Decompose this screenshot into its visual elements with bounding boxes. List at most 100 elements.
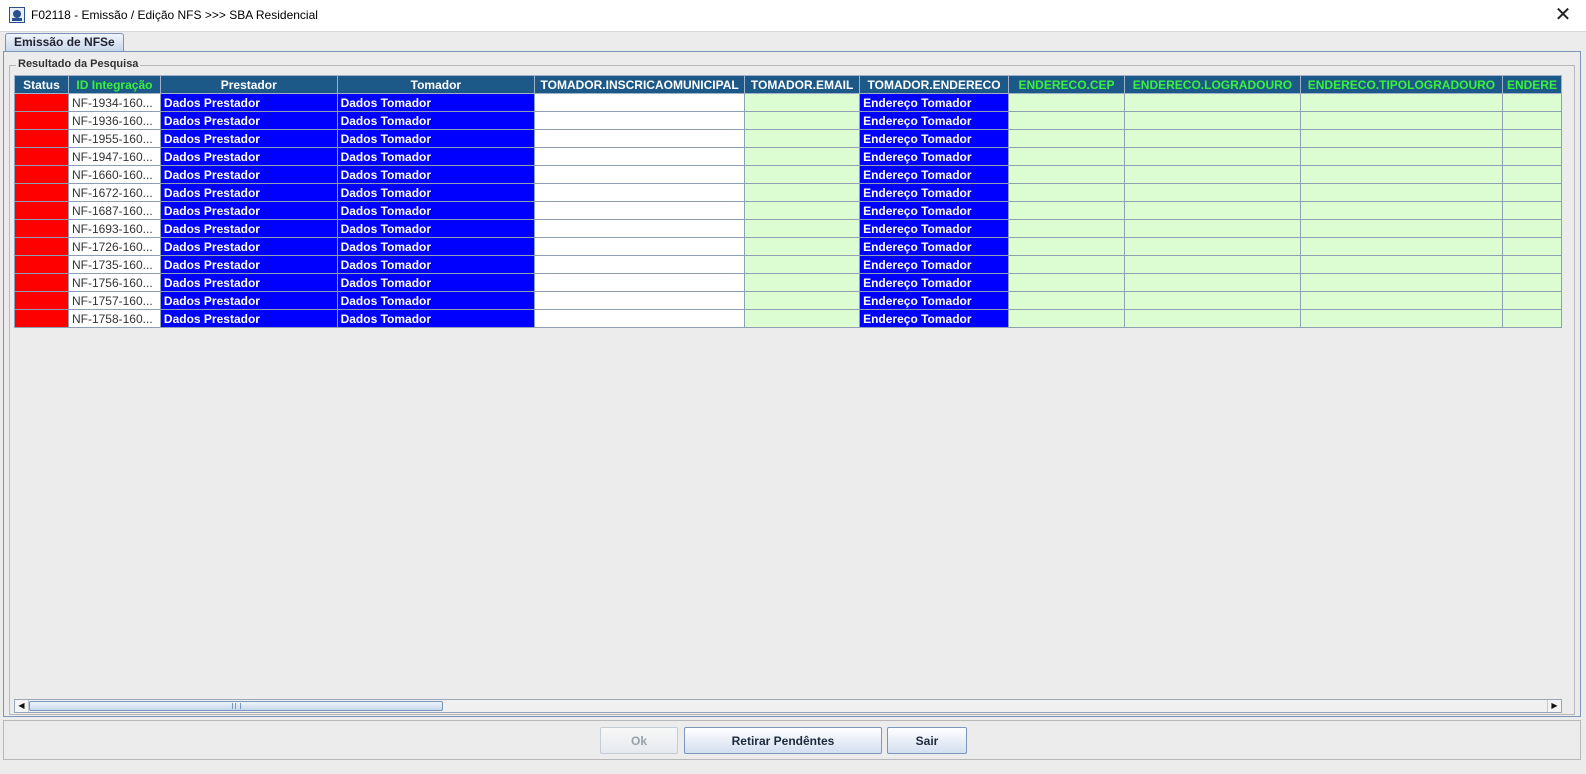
column-header[interactable]: TOMADOR.ENDERECO — [859, 75, 1010, 94]
cep-cell[interactable] — [1008, 219, 1125, 238]
tomador-cell[interactable]: Dados Tomador — [336, 147, 536, 166]
email-cell[interactable] — [744, 273, 861, 292]
table-row[interactable]: NF-1735-160... Dados Prestador Dados Tomad… — [14, 255, 1562, 274]
id-integracao-cell[interactable]: NF-1934-160... — [67, 93, 161, 112]
prestador-cell[interactable]: Dados Prestador — [159, 93, 338, 112]
prestador-cell[interactable]: Dados Prestador — [159, 129, 338, 148]
endereco-cell[interactable]: Endereço Tomador — [859, 219, 1010, 238]
inscricao-municipal-cell[interactable] — [534, 129, 746, 148]
horizontal-scrollbar[interactable]: ◀ ▶ — [14, 699, 1562, 713]
endereco-extra-cell[interactable] — [1501, 93, 1562, 112]
tomador-cell[interactable]: Dados Tomador — [336, 237, 536, 256]
endereco-extra-cell[interactable] — [1501, 309, 1562, 328]
cep-cell[interactable] — [1008, 165, 1125, 184]
cep-cell[interactable] — [1008, 201, 1125, 220]
column-header[interactable]: Tomador — [336, 75, 536, 94]
tomador-cell[interactable]: Dados Tomador — [336, 291, 536, 310]
tipologradouro-cell[interactable] — [1299, 147, 1503, 166]
tipologradouro-cell[interactable] — [1299, 237, 1503, 256]
cep-cell[interactable] — [1008, 255, 1125, 274]
table-row[interactable]: NF-1726-160... Dados Prestador Dados Tomad… — [14, 237, 1562, 256]
cep-cell[interactable] — [1008, 147, 1125, 166]
endereco-cell[interactable]: Endereço Tomador — [859, 237, 1010, 256]
id-integracao-cell[interactable]: NF-1756-160... — [67, 273, 161, 292]
table-row[interactable]: NF-1758-160... Dados Prestador Dados Tomad… — [14, 309, 1562, 328]
status-cell[interactable] — [14, 291, 69, 310]
prestador-cell[interactable]: Dados Prestador — [159, 111, 338, 130]
column-header[interactable]: TOMADOR.INSCRICAOMUNICIPAL — [534, 75, 746, 94]
tipologradouro-cell[interactable] — [1299, 93, 1503, 112]
cep-cell[interactable] — [1008, 291, 1125, 310]
tomador-cell[interactable]: Dados Tomador — [336, 273, 536, 292]
column-header[interactable]: ID Integração — [67, 75, 161, 94]
status-cell[interactable] — [14, 201, 69, 220]
logradouro-cell[interactable] — [1124, 309, 1301, 328]
inscricao-municipal-cell[interactable] — [534, 273, 746, 292]
ok-button[interactable]: Ok — [600, 727, 678, 754]
cep-cell[interactable] — [1008, 273, 1125, 292]
table-row[interactable]: NF-1672-160... Dados Prestador Dados Tomad… — [14, 183, 1562, 202]
prestador-cell[interactable]: Dados Prestador — [159, 273, 338, 292]
endereco-extra-cell[interactable] — [1501, 111, 1562, 130]
id-integracao-cell[interactable]: NF-1758-160... — [67, 309, 161, 328]
email-cell[interactable] — [744, 237, 861, 256]
endereco-extra-cell[interactable] — [1501, 237, 1562, 256]
cep-cell[interactable] — [1008, 309, 1125, 328]
id-integracao-cell[interactable]: NF-1735-160... — [67, 255, 161, 274]
inscricao-municipal-cell[interactable] — [534, 291, 746, 310]
tomador-cell[interactable]: Dados Tomador — [336, 255, 536, 274]
id-integracao-cell[interactable]: NF-1936-160... — [67, 111, 161, 130]
column-header[interactable]: ENDERE — [1501, 75, 1562, 94]
table-row[interactable]: NF-1947-160... Dados Prestador Dados Tomad… — [14, 147, 1562, 166]
table-row[interactable]: NF-1757-160... Dados Prestador Dados Tomad… — [14, 291, 1562, 310]
inscricao-municipal-cell[interactable] — [534, 93, 746, 112]
table-row[interactable]: NF-1687-160... Dados Prestador Dados Tomad… — [14, 201, 1562, 220]
email-cell[interactable] — [744, 129, 861, 148]
endereco-cell[interactable]: Endereço Tomador — [859, 255, 1010, 274]
endereco-extra-cell[interactable] — [1501, 201, 1562, 220]
email-cell[interactable] — [744, 201, 861, 220]
prestador-cell[interactable]: Dados Prestador — [159, 219, 338, 238]
cep-cell[interactable] — [1008, 129, 1125, 148]
endereco-cell[interactable]: Endereço Tomador — [859, 291, 1010, 310]
id-integracao-cell[interactable]: NF-1947-160... — [67, 147, 161, 166]
column-header[interactable]: ENDERECO.LOGRADOURO — [1124, 75, 1301, 94]
logradouro-cell[interactable] — [1124, 201, 1301, 220]
email-cell[interactable] — [744, 111, 861, 130]
tipologradouro-cell[interactable] — [1299, 201, 1503, 220]
endereco-cell[interactable]: Endereço Tomador — [859, 129, 1010, 148]
email-cell[interactable] — [744, 309, 861, 328]
email-cell[interactable] — [744, 291, 861, 310]
inscricao-municipal-cell[interactable] — [534, 255, 746, 274]
cep-cell[interactable] — [1008, 237, 1125, 256]
retirar-pendentes-button[interactable]: Retirar Pendêntes — [684, 727, 882, 754]
status-cell[interactable] — [14, 147, 69, 166]
id-integracao-cell[interactable]: NF-1660-160... — [67, 165, 161, 184]
cep-cell[interactable] — [1008, 183, 1125, 202]
logradouro-cell[interactable] — [1124, 93, 1301, 112]
id-integracao-cell[interactable]: NF-1672-160... — [67, 183, 161, 202]
column-header[interactable]: TOMADOR.EMAIL — [744, 75, 861, 94]
column-header[interactable]: ENDERECO.CEP — [1008, 75, 1125, 94]
cep-cell[interactable] — [1008, 111, 1125, 130]
inscricao-municipal-cell[interactable] — [534, 147, 746, 166]
logradouro-cell[interactable] — [1124, 219, 1301, 238]
prestador-cell[interactable]: Dados Prestador — [159, 201, 338, 220]
endereco-cell[interactable]: Endereço Tomador — [859, 111, 1010, 130]
table-row[interactable]: NF-1756-160... Dados Prestador Dados Tomad… — [14, 273, 1562, 292]
id-integracao-cell[interactable]: NF-1693-160... — [67, 219, 161, 238]
endereco-extra-cell[interactable] — [1501, 147, 1562, 166]
tomador-cell[interactable]: Dados Tomador — [336, 201, 536, 220]
tomador-cell[interactable]: Dados Tomador — [336, 129, 536, 148]
prestador-cell[interactable]: Dados Prestador — [159, 183, 338, 202]
scroll-right-button[interactable]: ▶ — [1547, 700, 1561, 712]
scrollbar-thumb[interactable] — [29, 701, 443, 711]
endereco-extra-cell[interactable] — [1501, 219, 1562, 238]
status-cell[interactable] — [14, 93, 69, 112]
logradouro-cell[interactable] — [1124, 129, 1301, 148]
status-cell[interactable] — [14, 237, 69, 256]
logradouro-cell[interactable] — [1124, 147, 1301, 166]
cep-cell[interactable] — [1008, 93, 1125, 112]
tomador-cell[interactable]: Dados Tomador — [336, 183, 536, 202]
email-cell[interactable] — [744, 165, 861, 184]
